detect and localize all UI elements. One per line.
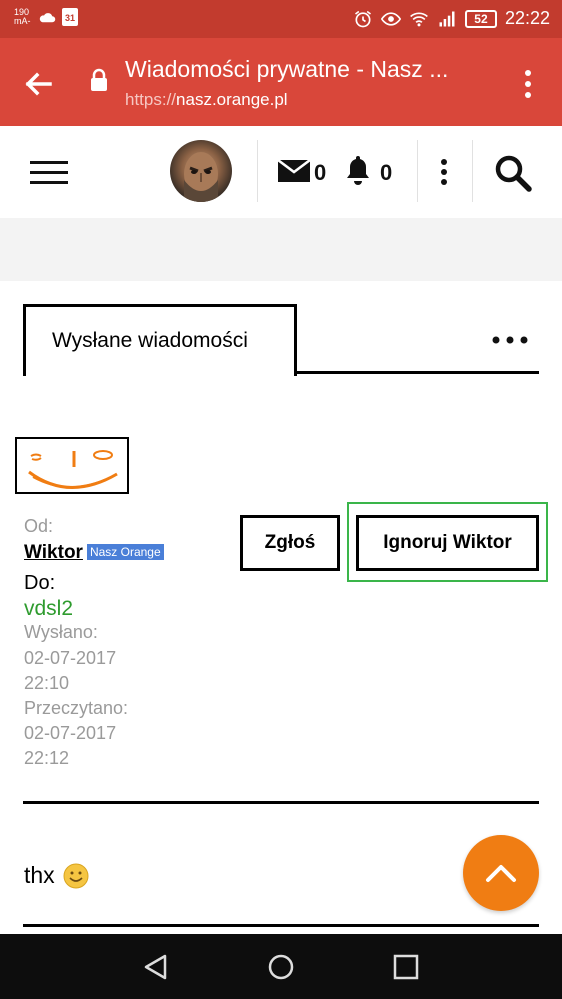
clock: 22:22 <box>504 8 550 28</box>
battery-level: 52 <box>474 11 488 26</box>
wifi-icon <box>410 12 428 26</box>
more-horizontal-icon[interactable] <box>490 328 530 352</box>
site-header: 0 0 <box>0 126 562 218</box>
network-speed-indicator: 190 mA- <box>14 8 32 26</box>
browser-toolbar: Wiadomości prywatne - Nasz ... https://n… <box>0 38 562 126</box>
more-vertical-icon[interactable] <box>434 156 454 188</box>
read-time: 22:12 <box>24 748 69 769</box>
hamburger-menu-icon[interactable] <box>30 158 68 188</box>
sent-date: 02-07-2017 <box>24 648 116 669</box>
tab-sent-messages[interactable]: Wysłane wiadomości <box>23 304 297 376</box>
url-scheme: https:// <box>125 90 177 109</box>
divider <box>23 801 539 804</box>
mail-icon[interactable] <box>278 158 310 184</box>
nav-recents-icon[interactable] <box>391 952 421 982</box>
from-label-text: Od: <box>24 516 54 536</box>
page-spacer <box>0 218 562 281</box>
from-row: Wiktor Nasz Orange <box>24 542 164 564</box>
header-divider <box>417 140 418 202</box>
recipient-name[interactable]: vdsl2 <box>24 597 73 621</box>
read-date: 02-07-2017 <box>24 723 116 744</box>
eye-icon <box>380 11 401 26</box>
sender-badge: Nasz Orange <box>86 544 164 560</box>
chevron-up-icon <box>486 865 516 882</box>
header-divider <box>472 140 473 202</box>
tab-label: Wysłane wiadomości <box>52 329 248 352</box>
mail-count: 0 <box>314 160 327 185</box>
system-navigation-bar <box>0 934 562 999</box>
nav-home-icon[interactable] <box>266 952 296 982</box>
lock-icon <box>91 68 107 91</box>
recipient-name-text[interactable]: vdsl2 <box>24 597 73 620</box>
smiley-drawing-icon <box>28 450 118 489</box>
battery-icon: 52 <box>464 9 497 28</box>
from-label: Od: <box>24 516 53 537</box>
back-arrow-icon[interactable] <box>18 64 58 104</box>
to-label: Do: <box>24 572 55 595</box>
sent-time-text: 22:10 <box>24 673 70 693</box>
alarm-icon <box>354 10 371 27</box>
message-body: thx <box>24 862 89 889</box>
ignore-user-button[interactable]: Ignoruj Wiktor <box>356 515 539 571</box>
read-label-text: Przeczytano: <box>24 698 129 718</box>
avatar-face-icon <box>184 152 218 202</box>
divider <box>23 924 539 927</box>
to-label-text: Do: <box>24 572 56 594</box>
notification-count: 0 <box>380 160 393 185</box>
sent-date-text: 02-07-2017 <box>24 648 117 668</box>
sender-name-link[interactable]: Wiktor <box>24 542 83 563</box>
header-divider <box>257 140 258 202</box>
sender-logo <box>15 437 129 494</box>
search-icon[interactable] <box>494 154 532 192</box>
report-button[interactable]: Zgłoś <box>240 515 340 571</box>
url-host: nasz.orange.pl <box>176 90 288 109</box>
smiley-emoji-icon <box>63 863 89 888</box>
cloud-icon <box>39 13 56 23</box>
read-label: Przeczytano: <box>24 698 128 719</box>
tab-underline <box>294 371 539 374</box>
bell-icon[interactable] <box>344 154 372 186</box>
nav-back-icon[interactable] <box>141 952 171 982</box>
read-date-text: 02-07-2017 <box>24 723 117 743</box>
sent-label-text: Wysłano: <box>24 622 98 642</box>
read-time-text: 22:12 <box>24 748 70 768</box>
calendar-day: 31 <box>64 13 75 23</box>
status-bar: 190 mA- 31 52 22:22 <box>0 0 562 38</box>
network-speed-unit: mA- <box>14 16 31 26</box>
calendar-icon: 31 <box>62 8 78 26</box>
page-url[interactable]: https://nasz.orange.pl <box>125 90 288 110</box>
sent-time: 22:10 <box>24 673 69 694</box>
sent-label: Wysłano: <box>24 622 98 643</box>
avatar[interactable] <box>170 140 232 202</box>
signal-icon <box>439 11 455 26</box>
message-text: thx <box>24 862 55 888</box>
browser-menu-icon[interactable] <box>512 66 544 102</box>
scroll-to-top-button[interactable] <box>463 835 539 911</box>
page-title: Wiadomości prywatne - Nasz ... <box>125 56 449 82</box>
